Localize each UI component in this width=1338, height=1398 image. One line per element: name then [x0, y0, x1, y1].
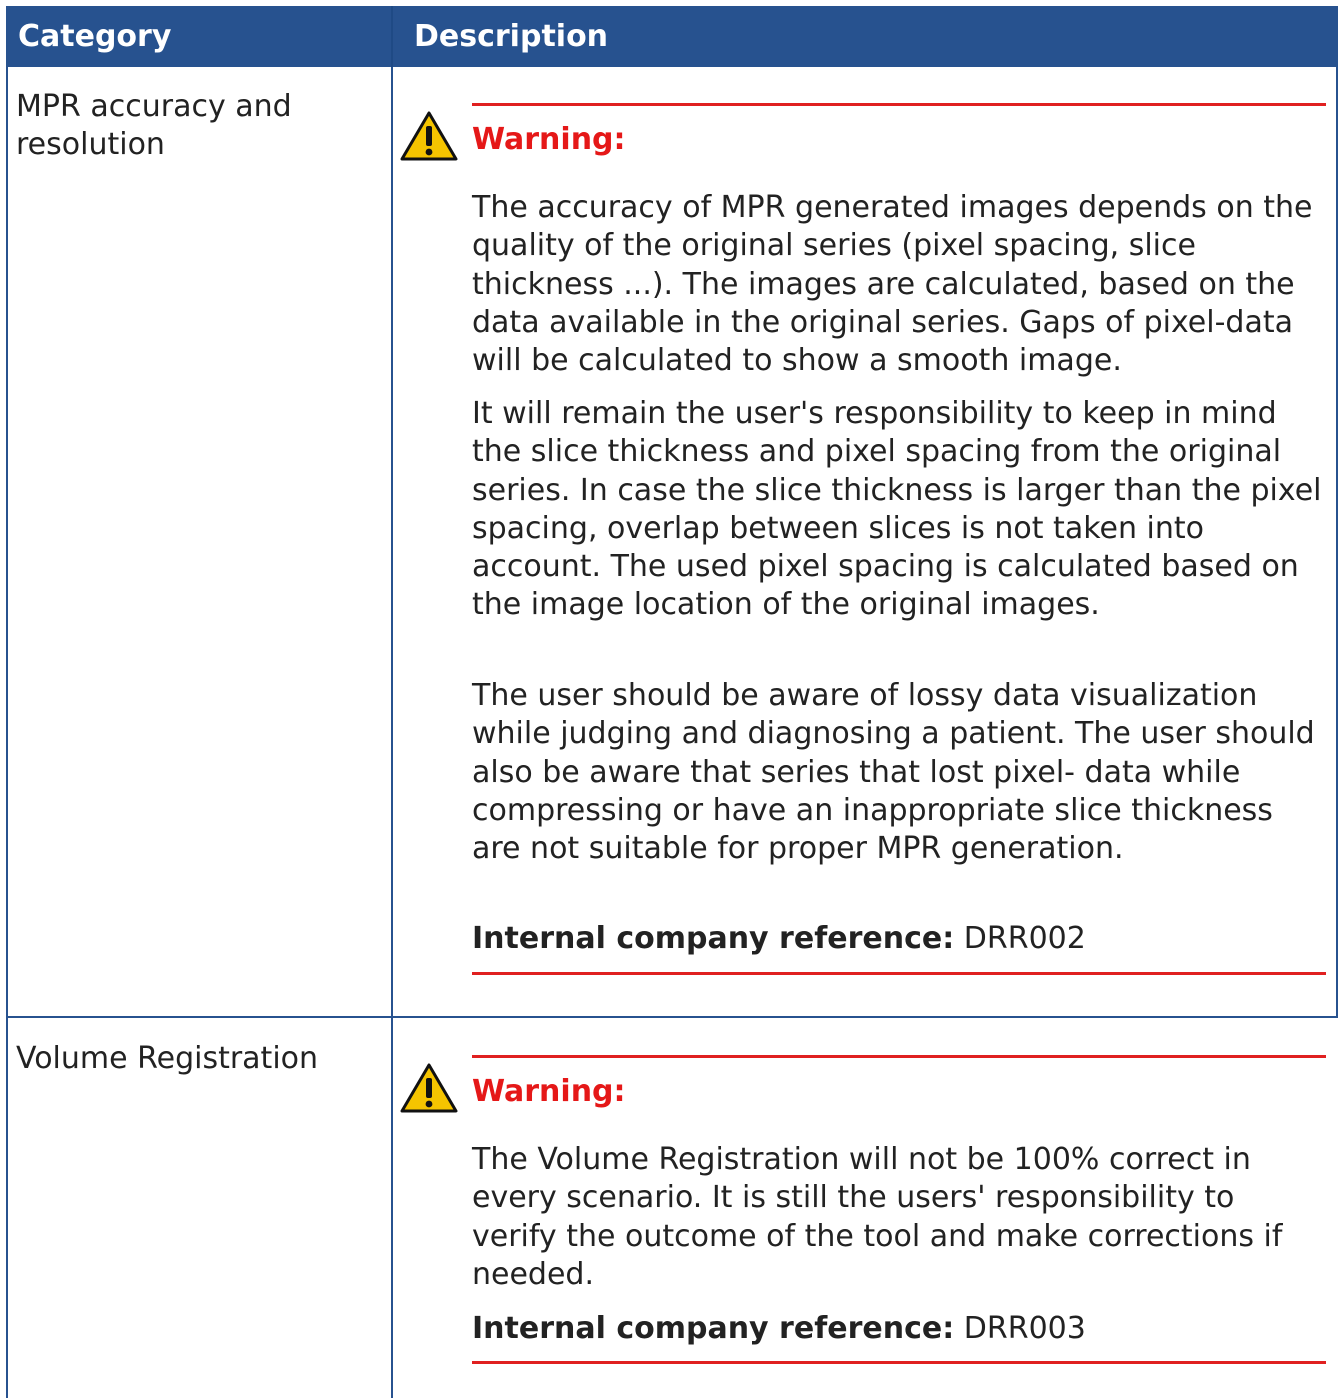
table-header: Category Description [6, 6, 1338, 67]
warning-triangle-icon [400, 1063, 458, 1113]
reference-label: Internal company reference: [472, 921, 955, 956]
warning-paragraph: The Volume Registration will not be 100%… [472, 1142, 1283, 1292]
warning-title: Warning: [472, 122, 626, 157]
warnings-table: Category Description MPR accuracy and re… [0, 0, 1338, 1398]
table-left-border [6, 67, 8, 1398]
reference-value: DRR002 [963, 921, 1086, 956]
warning-paragraph: It will remain the user's responsibility… [472, 396, 1322, 623]
warning-top-rule [472, 1055, 1326, 1058]
header-divider [391, 6, 393, 67]
internal-reference: Internal company reference: DRR003 [472, 1310, 1086, 1348]
warning-title: Warning: [472, 1074, 626, 1109]
warning-bottom-rule [472, 972, 1326, 975]
column-divider [391, 67, 393, 1398]
header-description: Description [414, 19, 609, 54]
warning-triangle-icon [400, 111, 458, 161]
warning-paragraph: The accuracy of MPR generated images dep… [472, 190, 1313, 379]
header-category: Category [18, 19, 172, 54]
internal-reference: Internal company reference: DRR002 [472, 920, 1086, 958]
warning-top-rule [472, 103, 1326, 106]
row-category-mpr: MPR accuracy and resolution [16, 89, 292, 162]
row-category-volume-registration: Volume Registration [16, 1041, 319, 1076]
reference-value: DRR003 [963, 1311, 1086, 1346]
warning-paragraph: The user should be aware of lossy data v… [472, 678, 1315, 867]
reference-label: Internal company reference: [472, 1311, 955, 1346]
warning-bottom-rule [472, 1361, 1326, 1364]
row-divider [6, 1016, 1338, 1018]
